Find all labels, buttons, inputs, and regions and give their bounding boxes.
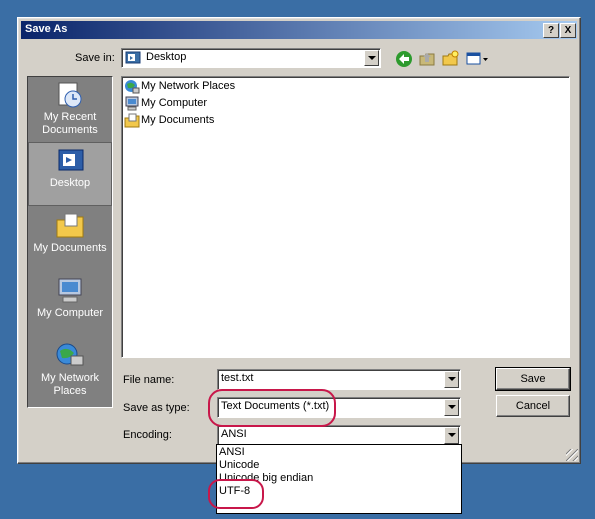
filename-value: test.txt xyxy=(221,372,254,384)
my-computer-icon xyxy=(58,278,82,303)
my-documents-icon xyxy=(56,213,84,238)
save-in-value: Desktop xyxy=(146,51,187,63)
back-icon[interactable] xyxy=(395,50,413,68)
place-label: Desktop xyxy=(49,177,91,189)
title-bar[interactable]: Save As ? X xyxy=(21,21,577,39)
encoding-label: Encoding: xyxy=(123,429,172,441)
desktop-icon xyxy=(58,149,84,171)
save-button[interactable]: Save xyxy=(495,367,571,391)
recent-documents-icon xyxy=(58,82,82,108)
savetype-label: Save as type: xyxy=(123,402,190,414)
filename-label: File name: xyxy=(123,374,175,386)
my-computer-icon xyxy=(125,96,139,111)
close-button[interactable]: X xyxy=(560,23,576,38)
save-in-combo[interactable]: Desktop xyxy=(121,48,381,68)
utf8-highlight-annotation xyxy=(208,479,264,509)
filename-input[interactable]: test.txt xyxy=(217,369,461,390)
encoding-value: ANSI xyxy=(221,428,247,440)
encoding-dropdown-button[interactable] xyxy=(444,427,459,444)
savetype-dropdown-button[interactable] xyxy=(444,399,459,416)
file-label: My Documents xyxy=(141,114,215,126)
savetype-highlight-annotation xyxy=(208,389,336,427)
window-title: Save As xyxy=(25,23,68,35)
place-my-computer[interactable]: My Computer xyxy=(28,273,112,337)
desktop-icon xyxy=(125,51,141,64)
place-label: My Recent Documents xyxy=(42,111,98,136)
encoding-option[interactable]: ANSI xyxy=(219,446,245,458)
my-documents-icon xyxy=(124,113,140,128)
file-label: My Network Places xyxy=(141,80,236,92)
place-desktop[interactable]: Desktop xyxy=(28,142,112,206)
network-places-icon xyxy=(56,343,84,366)
place-label: My Computer xyxy=(36,307,104,319)
resize-grip[interactable] xyxy=(566,449,578,461)
file-list[interactable]: My Network Places My Computer My Documen… xyxy=(121,76,570,358)
encoding-option[interactable]: Unicode xyxy=(219,459,259,471)
help-button[interactable]: ? xyxy=(543,23,559,38)
save-in-label: Save in: xyxy=(75,52,115,64)
new-folder-icon[interactable] xyxy=(441,50,459,68)
cancel-button[interactable]: Cancel xyxy=(496,395,570,417)
encoding-select[interactable]: ANSI xyxy=(217,425,461,446)
place-label: My Network Places xyxy=(40,372,100,397)
place-label: My Documents xyxy=(33,242,107,254)
place-recent-documents[interactable]: My Recent Documents xyxy=(28,77,112,141)
places-bar: My Recent Documents Desktop My Documents… xyxy=(27,76,113,408)
filename-dropdown-button[interactable] xyxy=(444,371,459,388)
up-folder-icon[interactable] xyxy=(418,50,436,68)
views-menu-icon[interactable] xyxy=(466,50,490,68)
file-label: My Computer xyxy=(141,97,208,109)
network-places-icon xyxy=(125,80,140,94)
place-my-documents[interactable]: My Documents xyxy=(28,208,112,272)
place-network-places[interactable]: My Network Places xyxy=(28,338,112,402)
save-in-dropdown-button[interactable] xyxy=(364,50,379,66)
